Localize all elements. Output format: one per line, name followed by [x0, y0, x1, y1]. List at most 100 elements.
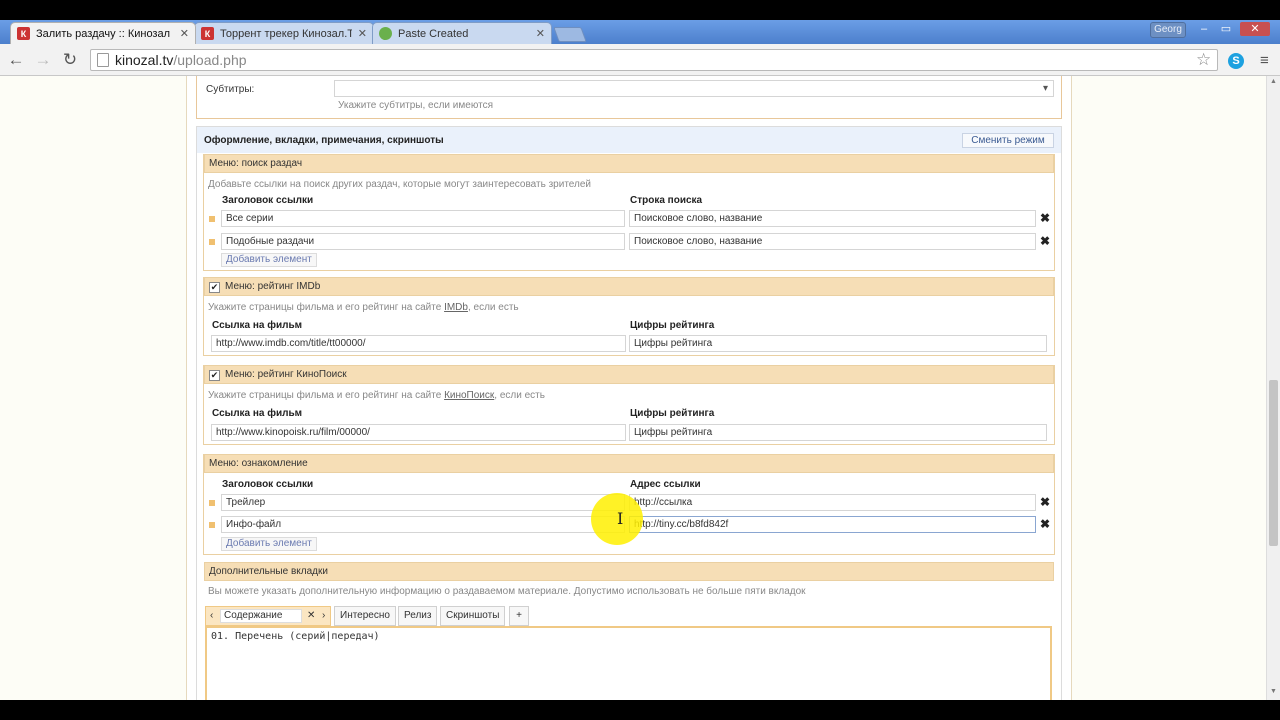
close-tab-icon[interactable]: ✕: [180, 27, 189, 40]
search-string-input[interactable]: Поисковое слово, название: [629, 210, 1036, 227]
tab-release[interactable]: Релиз: [398, 606, 438, 626]
add-element-button[interactable]: Добавить элемент: [221, 537, 317, 551]
link-title-header: Заголовок ссылки: [222, 195, 314, 206]
subtitles-hint: Укажите субтитры, если имеются: [338, 100, 493, 111]
tab-contents[interactable]: ‹ Содержание ✕ ›: [205, 606, 331, 626]
add-tab-button[interactable]: +: [509, 606, 529, 626]
link-title-input[interactable]: Все серии: [221, 210, 625, 227]
design-header: Оформление, вкладки, примечания, скриншо…: [204, 135, 444, 146]
remove-row-icon[interactable]: ✖: [1040, 211, 1050, 225]
extra-tabs-hint: Вы можете указать дополнительную информа…: [208, 586, 806, 597]
search-menu-title: Меню: поиск раздач: [209, 158, 303, 169]
bookmark-star-icon[interactable]: ☆: [1196, 51, 1211, 69]
maximize-button[interactable]: ▭: [1218, 22, 1234, 36]
remove-row-icon[interactable]: ✖: [1040, 234, 1050, 248]
kinozal-favicon-icon: К: [17, 27, 30, 40]
link-title-input[interactable]: Подобные раздачи: [221, 233, 625, 250]
paste-favicon-icon: [379, 27, 392, 40]
rating-header: Цифры рейтинга: [630, 320, 715, 331]
link-address-header: Адрес ссылки: [630, 479, 701, 490]
remove-row-icon[interactable]: ✖: [1040, 517, 1050, 531]
film-link-header: Ссылка на фильм: [212, 320, 303, 331]
drag-handle-icon[interactable]: [209, 239, 215, 245]
tab-left-arrow-icon[interactable]: ‹: [210, 607, 213, 625]
film-link-header: Ссылка на фильм: [212, 408, 303, 419]
tab-paste-created[interactable]: Paste Created ✕: [372, 22, 552, 44]
remove-row-icon[interactable]: ✖: [1040, 495, 1050, 509]
rating-header: Цифры рейтинга: [630, 408, 715, 419]
close-tab-icon[interactable]: ✕: [536, 27, 545, 40]
url-path: /upload.php: [173, 52, 247, 68]
imdb-header: ✔ Меню: рейтинг IMDb: [204, 277, 1054, 296]
tab-screenshots[interactable]: Скриншоты: [440, 606, 506, 626]
imdb-title: Меню: рейтинг IMDb: [225, 281, 321, 292]
tab-right-arrow-icon[interactable]: ›: [322, 607, 325, 625]
search-menu-header: Меню: поиск раздач: [204, 154, 1054, 173]
intro-menu-title: Меню: ознакомление: [209, 458, 308, 469]
extra-tabs-header: Дополнительные вкладки: [204, 562, 1054, 581]
kinopoisk-rating-input[interactable]: Цифры рейтинга: [629, 424, 1047, 441]
tab-upload[interactable]: К Залить раздачу :: Кинозал ✕: [10, 22, 196, 44]
drag-handle-icon[interactable]: [209, 522, 215, 528]
tab-content-editor[interactable]: 01. Перечень (серий|передач): [205, 626, 1052, 706]
forward-icon[interactable]: →: [33, 50, 53, 70]
tab-name-input[interactable]: Содержание: [220, 609, 302, 623]
tab-title: Торрент трекер Кинозал.Т: [220, 27, 352, 40]
link-address-input[interactable]: http://tiny.cc/b8fd842f: [629, 516, 1036, 533]
screen-bottom-border: [0, 700, 1280, 720]
drag-handle-icon[interactable]: [209, 216, 215, 222]
search-string-input[interactable]: Поисковое слово, название: [629, 233, 1036, 250]
tab-strip: К Залить раздачу :: Кинозал ✕ К Торрент …: [0, 20, 1280, 44]
imdb-link[interactable]: IMDb: [444, 302, 468, 313]
close-tab-icon[interactable]: ✕: [358, 27, 367, 40]
tab-tracker[interactable]: К Торрент трекер Кинозал.Т ✕: [194, 22, 374, 44]
search-menu-hint: Добавьте ссылки на поиск других раздач, …: [208, 179, 592, 190]
tab-title: Paste Created: [398, 27, 469, 40]
kinopoisk-title: Меню: рейтинг КиноПоиск: [225, 369, 347, 380]
minimize-button[interactable]: –: [1196, 22, 1212, 36]
add-element-button[interactable]: Добавить элемент: [221, 253, 317, 267]
browser-toolbar: ← → ↻ kinozal.tv/upload.php ☆ S ≡: [0, 44, 1280, 76]
new-tab-button[interactable]: [553, 27, 587, 42]
imdb-url-input[interactable]: http://www.imdb.com/title/tt00000/: [211, 335, 626, 352]
switch-mode-button[interactable]: Сменить режим: [962, 133, 1054, 148]
address-bar[interactable]: kinozal.tv/upload.php: [90, 49, 1218, 71]
link-address-input[interactable]: http://ссылка: [629, 494, 1036, 511]
imdb-checkbox[interactable]: ✔: [209, 282, 220, 293]
tab-interesting[interactable]: Интересно: [334, 606, 396, 626]
kinozal-favicon-icon: К: [201, 27, 214, 40]
url-host: kinozal.tv: [115, 52, 174, 68]
subtitles-select[interactable]: ▾: [334, 80, 1054, 97]
scroll-up-icon[interactable]: ▲: [1270, 78, 1277, 85]
link-title-header: Заголовок ссылки: [222, 479, 314, 490]
link-title-input[interactable]: Инфо-файл: [221, 516, 625, 533]
reload-icon[interactable]: ↻: [60, 50, 80, 70]
skype-extension-icon[interactable]: S: [1228, 53, 1244, 69]
kinopoisk-checkbox[interactable]: ✔: [209, 370, 220, 381]
subtitles-label: Субтитры:: [206, 84, 255, 95]
text-cursor-icon: I: [617, 509, 624, 528]
search-string-header: Строка поиска: [630, 195, 703, 206]
intro-menu-header: Меню: ознакомление: [204, 454, 1054, 473]
scroll-down-icon[interactable]: ▼: [1270, 688, 1277, 695]
kinopoisk-header: ✔ Меню: рейтинг КиноПоиск: [204, 365, 1054, 384]
profile-badge[interactable]: Georg: [1150, 22, 1186, 38]
extra-tabs-title: Дополнительные вкладки: [209, 566, 328, 577]
scrollbar-thumb[interactable]: [1269, 380, 1278, 546]
close-window-button[interactable]: ✕: [1240, 22, 1270, 36]
kinopoisk-url-input[interactable]: http://www.kinopoisk.ru/film/00000/: [211, 424, 626, 441]
back-icon[interactable]: ←: [6, 50, 26, 70]
page-icon: [97, 53, 109, 67]
chevron-down-icon: ▾: [1042, 83, 1048, 94]
link-title-input[interactable]: Трейлер: [221, 494, 625, 511]
imdb-hint: Укажите страницы фильма и его рейтинг на…: [208, 302, 519, 313]
tab-title: Залить раздачу :: Кинозал: [36, 27, 171, 40]
drag-handle-icon[interactable]: [209, 500, 215, 506]
imdb-rating-input[interactable]: Цифры рейтинга: [629, 335, 1047, 352]
kinopoisk-link[interactable]: КиноПоиск: [444, 390, 494, 401]
kinopoisk-hint: Укажите страницы фильма и его рейтинг на…: [208, 390, 545, 401]
editor-text: 01. Перечень (серий|передач): [211, 631, 380, 642]
menu-icon[interactable]: ≡: [1260, 52, 1269, 69]
close-tab-icon[interactable]: ✕: [307, 607, 315, 625]
scrollbar[interactable]: ▲ ▼: [1266, 76, 1280, 700]
